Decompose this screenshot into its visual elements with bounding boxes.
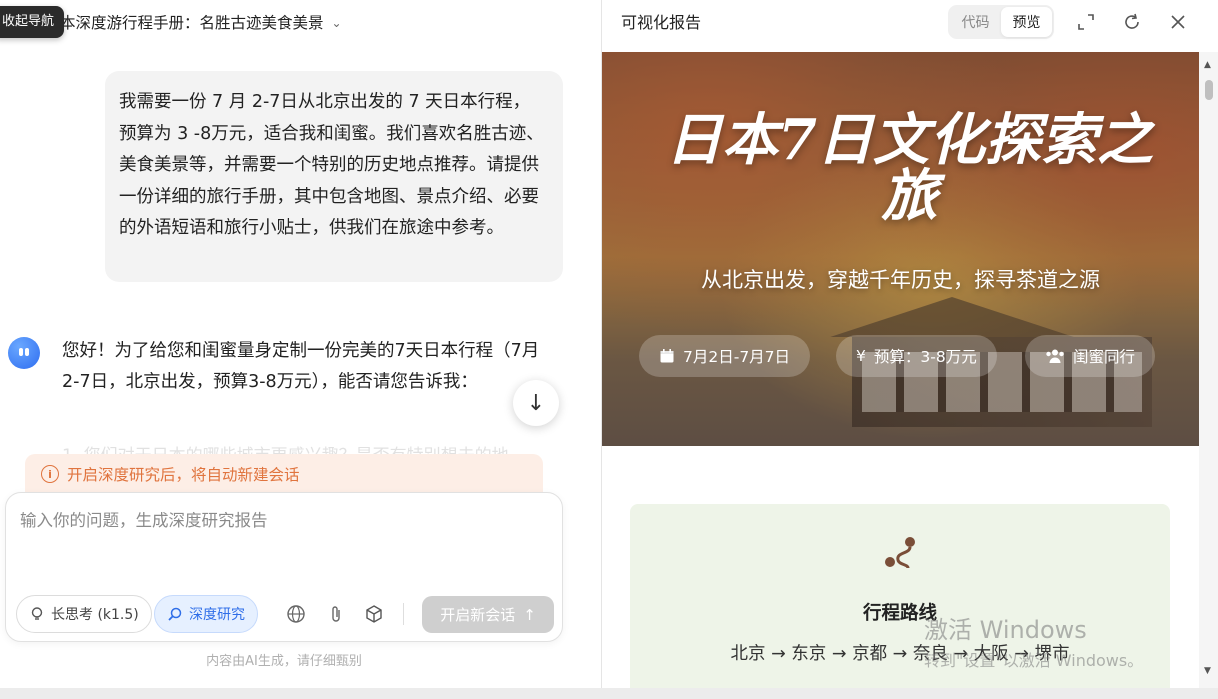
tab-code[interactable]: 代码 [950,7,1001,37]
budget-badge: ¥ 预算：3-8万元 [836,335,997,377]
message-composer: 长思考 (k1.5) 深度研究 开启新会话 ↑ [5,492,563,642]
close-icon[interactable] [1166,10,1190,34]
expand-icon[interactable] [1074,10,1098,34]
dates-text: 7月2日-7月7日 [683,348,791,366]
collapse-nav-button[interactable]: 收起导航 [0,6,65,38]
windows-activation-watermark: 激活 Windows 转到"设置"以激活 Windows。 [924,610,1143,671]
toolbar-divider [403,603,404,625]
chevron-down-icon[interactable]: ⌄ [332,12,342,34]
hero-subtitle: 从北京出发，穿越千年历史，探寻茶道之源 [701,268,1100,292]
conversation-title[interactable]: 本深度游行程手册：名胜古迹美食美景 ⌄ [60,12,342,34]
watermark-line-2: 转到"设置"以激活 Windows。 [924,651,1144,670]
notice-text: 开启深度研究后，将自动新建会话 [67,466,300,484]
deep-research-label: 深度研究 [189,607,245,623]
refresh-icon[interactable] [1120,10,1144,34]
chat-pane: 收起导航 本深度游行程手册：名胜古迹美食美景 ⌄ 我需要一份 7 月 2-7日从… [0,0,601,699]
view-toggle: 代码 预览 [948,5,1054,39]
ai-disclaimer: 内容由AI生成，请仔细甄别 [206,654,362,669]
scroll-down-icon[interactable]: ▼ [1204,666,1211,676]
long-think-toggle[interactable]: 长思考 (k1.5) [16,595,152,633]
arrow-up-icon: ↑ [523,605,536,624]
research-icon [168,607,182,621]
paperclip-icon[interactable] [325,603,347,625]
deep-research-toggle[interactable]: 深度研究 [154,595,258,633]
arrow-down-icon: ↓ [526,390,546,416]
yen-icon: ¥ [856,347,866,365]
scrollbar-thumb[interactable] [1205,80,1213,100]
chat-input[interactable] [20,507,540,567]
hero-title: 日本7日文化探索之旅 [666,107,1153,229]
report-pane: 可视化报告 代码 预览 日本7日文化探索之旅 从北京出发，穿越千年历史，探寻茶道… [602,0,1218,699]
report-hero: 日本7日文化探索之旅 从北京出发，穿越千年历史，探寻茶道之源 7月2日-7月7日… [602,52,1199,446]
cube-icon[interactable] [363,603,385,625]
long-think-label: 长思考 (k1.5) [51,607,139,623]
companion-badge: 闺蜜同行 [1025,335,1156,377]
companion-text: 闺蜜同行 [1073,348,1136,366]
send-button[interactable]: 开启新会话 ↑ [422,596,554,633]
report-title: 可视化报告 [621,13,702,32]
app-window: 收起导航 本深度游行程手册：名胜古迹美食美景 ⌄ 我需要一份 7 月 2-7日从… [0,0,1218,699]
dates-badge: 7月2日-7月7日 [639,335,811,377]
scroll-to-bottom-button[interactable]: ↓ [513,380,559,426]
lightbulb-icon [31,607,43,620]
user-message: 我需要一份 7 月 2-7日从北京出发的 7 天日本行程，预算为 3 -8万元，… [105,71,563,282]
budget-text: 预算：3-8万元 [873,348,977,366]
watermark-line-1: 激活 Windows [924,616,1087,644]
send-label: 开启新会话 [440,606,516,624]
tab-preview[interactable]: 预览 [1001,7,1052,37]
route-icon [880,534,920,574]
assistant-message: 您好！为了给您和闺蜜量身定制一份完美的7天日本行程（7月2-7日，北京出发，预算… [62,341,540,392]
deep-research-notice: i 开启深度研究后，将自动新建会话 [25,454,543,494]
calendar-icon [660,349,674,363]
users-icon [1046,349,1064,363]
assistant-avatar [8,337,40,369]
scroll-up-icon[interactable]: ▲ [1204,60,1211,70]
globe-icon[interactable] [285,603,307,625]
report-scrollbar[interactable]: ▲ ▼ [1199,52,1218,699]
info-icon: i [41,465,59,483]
window-bottom-edge [0,688,1218,699]
report-header: 可视化报告 代码 预览 [602,0,1218,52]
conversation-title-text: 本深度游行程手册：名胜古迹美食美景 [60,14,324,32]
